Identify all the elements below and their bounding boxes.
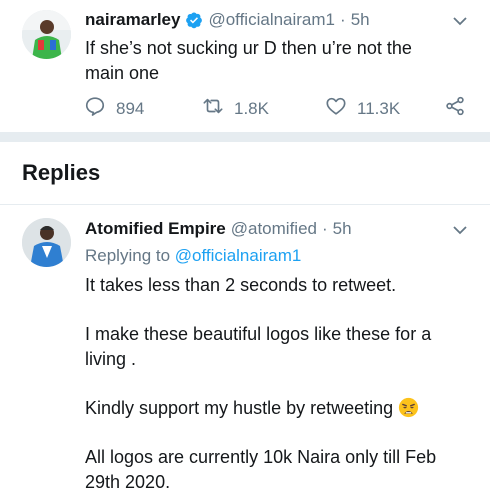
like-icon bbox=[325, 95, 347, 122]
reply-display-name[interactable]: Atomified Empire bbox=[85, 219, 226, 239]
divider bbox=[0, 204, 490, 205]
tweet-text-line-1: If she’s not sucking ur D then u’re not … bbox=[85, 38, 412, 58]
tweet-actions: 894 1.8K 11.3K bbox=[84, 95, 474, 123]
tweet-text-line-2: main one bbox=[85, 63, 160, 83]
reply-timestamp[interactable]: 5h bbox=[333, 219, 352, 239]
reply-paragraph-2: I make these beautiful logos like these … bbox=[85, 322, 431, 372]
display-name[interactable]: nairamarley bbox=[85, 10, 180, 30]
replies-heading: Replies bbox=[22, 160, 101, 185]
retweet-button[interactable]: 1.8K bbox=[202, 95, 269, 122]
share-button[interactable] bbox=[444, 95, 466, 122]
reply-avatar[interactable] bbox=[22, 218, 71, 267]
main-tweet[interactable]: nairamarley @officialnairam1 · 5h If she… bbox=[0, 0, 490, 128]
separator-dot: · bbox=[322, 219, 328, 238]
reply-button[interactable]: 894 bbox=[84, 95, 144, 122]
avatar[interactable] bbox=[22, 10, 71, 59]
section-separator bbox=[0, 132, 490, 142]
reply-paragraph-1: It takes less than 2 seconds to retweet. bbox=[85, 275, 397, 295]
reply-icon bbox=[84, 95, 106, 122]
reply-count: 894 bbox=[116, 98, 145, 118]
weary-face-emoji bbox=[398, 397, 419, 418]
reply-paragraph-4-line-2: 29th 2020. bbox=[85, 472, 171, 492]
retweet-count: 1.8K bbox=[234, 98, 269, 118]
reply-paragraph-3: Kindly support my hustle by retweeting bbox=[85, 396, 419, 421]
replying-to-handle-link[interactable]: @officialnairam1 bbox=[175, 246, 302, 265]
separator-dot: · bbox=[340, 10, 346, 29]
reply-paragraph-3-text: Kindly support my hustle by retweeting bbox=[85, 398, 394, 418]
chevron-down-icon[interactable] bbox=[451, 12, 469, 30]
like-button[interactable]: 11.3K bbox=[325, 95, 400, 122]
replying-to-label: Replying to bbox=[85, 246, 171, 265]
chevron-down-icon[interactable] bbox=[451, 221, 469, 239]
reply-paragraph-4: All logos are currently 10k Naira only t… bbox=[85, 445, 436, 495]
handle[interactable]: @officialnairam1 bbox=[208, 10, 335, 30]
replying-to: Replying to @officialnairam1 bbox=[85, 246, 301, 266]
reply-handle[interactable]: @atomified bbox=[231, 219, 317, 239]
share-icon bbox=[444, 95, 466, 122]
timestamp[interactable]: 5h bbox=[351, 10, 370, 30]
retweet-icon bbox=[202, 95, 224, 122]
like-count: 11.3K bbox=[357, 98, 401, 118]
verified-badge-icon bbox=[185, 11, 203, 29]
reply-paragraph-4-line-1: All logos are currently 10k Naira only t… bbox=[85, 447, 437, 467]
reply-paragraph-2-line-2: living . bbox=[85, 349, 137, 369]
reply-paragraph-2-line-1: I make these beautiful logos like these … bbox=[85, 324, 432, 344]
tweet-text: If she’s not sucking ur D then u’re not … bbox=[85, 36, 412, 86]
